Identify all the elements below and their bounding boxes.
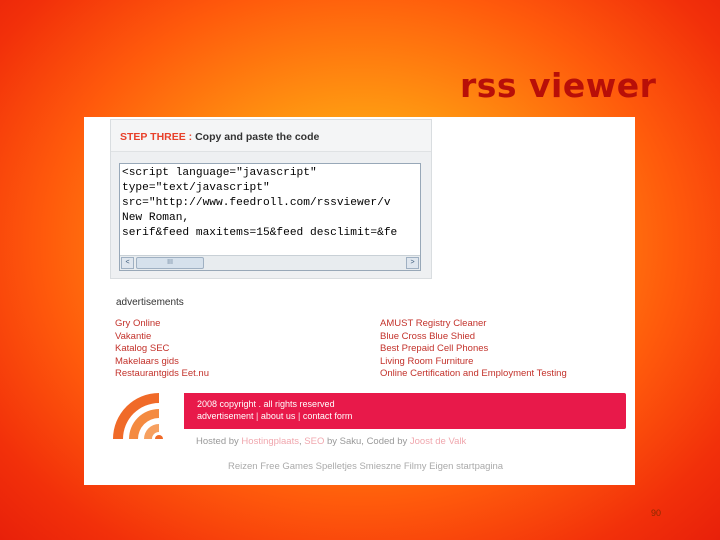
hosted-credits: Hosted by Hostingplaats, SEO by Saku, Co…: [196, 436, 466, 447]
partner-links[interactable]: Reizen Free Games Spelletjes Smieszne Fi…: [228, 461, 503, 472]
footer-link-contact[interactable]: contact form: [303, 411, 353, 421]
footer-link-about[interactable]: about us: [261, 411, 296, 421]
code-line: src="http://www.feedroll.com/rssviewer/v: [122, 197, 391, 209]
scroll-right-arrow-icon[interactable]: >: [406, 257, 419, 269]
code-line: type="text/javascript": [122, 182, 270, 194]
code-line: New Roman,: [122, 212, 190, 224]
slide-title: rss viewer: [460, 66, 657, 105]
ad-link[interactable]: AMUST Registry Cleaner: [380, 318, 567, 331]
ad-link[interactable]: Blue Cross Blue Shied: [380, 331, 567, 344]
comma: ,: [298, 436, 302, 447]
code-line: serif&feed maxitems=15&feed desclimit=&f…: [122, 227, 398, 239]
copyright-text: 2008 copyright . all rights reserved: [197, 399, 335, 409]
footer-bar: 2008 copyright . all rights reserved adv…: [184, 393, 626, 429]
step-header: STEP THREE : Copy and paste the code: [111, 120, 431, 152]
hosting-link[interactable]: Hostingplaats: [241, 436, 299, 447]
seo-link[interactable]: SEO: [304, 436, 324, 447]
ad-link[interactable]: Vakantie: [115, 331, 209, 344]
ad-link[interactable]: Gry Online: [115, 318, 209, 331]
rss-feed-icon: [113, 393, 163, 439]
screenshot-panel: STEP THREE : Copy and paste the code <sc…: [84, 117, 635, 485]
step-title: Copy and paste the code: [195, 131, 320, 143]
footer-separator: |: [297, 411, 301, 421]
ad-link[interactable]: Online Certification and Employment Test…: [380, 368, 567, 381]
ad-link[interactable]: Katalog SEC: [115, 343, 209, 356]
scroll-thumb[interactable]: III: [136, 257, 204, 269]
code-textarea[interactable]: <script language="javascript" type="text/…: [119, 163, 421, 271]
footer-separator: |: [256, 411, 259, 421]
ads-left-column: Gry Online Vakantie Katalog SEC Makelaar…: [115, 318, 209, 381]
footer-link-advertisement[interactable]: advertisement: [197, 411, 254, 421]
coder-link[interactable]: Joost de Valk: [410, 436, 466, 447]
footer-links: advertisement | about us | contact form: [197, 410, 626, 422]
page-number: 90: [651, 508, 662, 518]
scroll-left-arrow-icon[interactable]: <: [121, 257, 134, 269]
ad-link[interactable]: Restaurantgids Eet.nu: [115, 368, 209, 381]
ads-right-column: AMUST Registry Cleaner Blue Cross Blue S…: [380, 318, 567, 381]
step-panel: STEP THREE : Copy and paste the code <sc…: [110, 119, 432, 279]
hosted-prefix: Hosted by: [196, 436, 239, 447]
step-label: STEP THREE :: [120, 131, 193, 143]
ad-link[interactable]: Makelaars gids: [115, 356, 209, 369]
code-text[interactable]: <script language="javascript" type="text/…: [120, 164, 420, 254]
ads-heading: advertisements: [116, 297, 184, 308]
ad-link[interactable]: Best Prepaid Cell Phones: [380, 343, 567, 356]
credits-by: by Saku, Coded by: [326, 436, 408, 447]
ad-link[interactable]: Living Room Furniture: [380, 356, 567, 369]
horizontal-scrollbar[interactable]: < III >: [120, 255, 420, 270]
code-line: <script language="javascript": [122, 167, 317, 179]
